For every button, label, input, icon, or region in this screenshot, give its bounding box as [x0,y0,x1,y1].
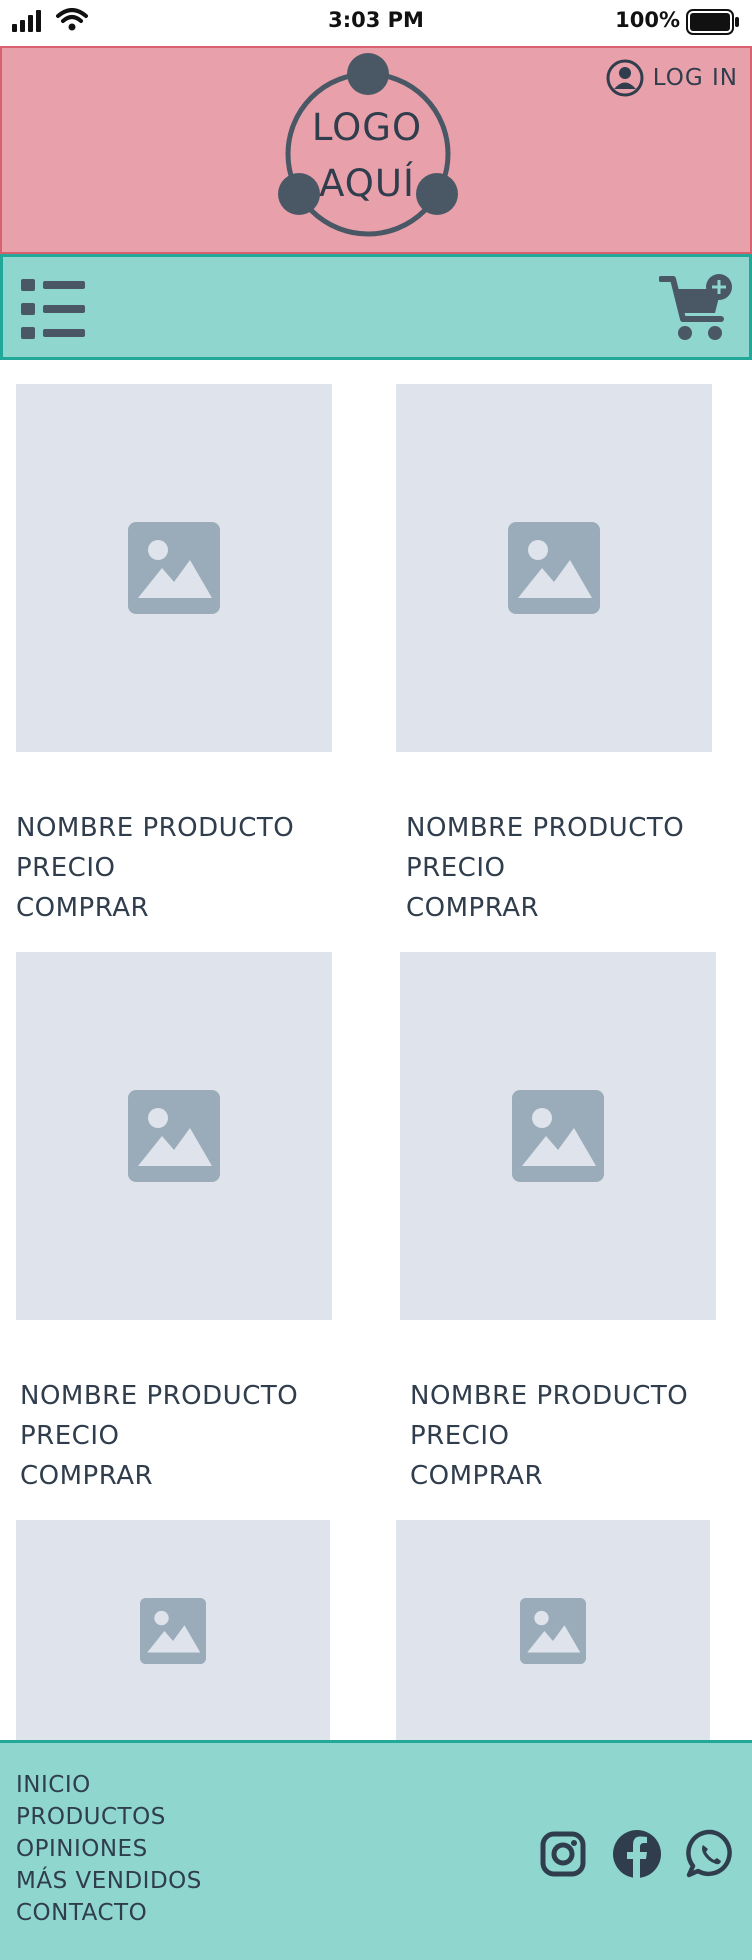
buy-button[interactable]: COMPRAR [20,1456,298,1496]
product-image-placeholder[interactable] [16,384,332,752]
product-name: NOMBRE PRODUCTO [16,813,295,843]
image-placeholder-icon [508,522,600,614]
footer-link-contacto[interactable]: CONTACTO [16,1897,202,1929]
login-button[interactable]: LOG IN [605,58,738,98]
cart-add-icon[interactable] [659,273,735,345]
footer: INICIO PRODUCTOS OPINIONES MÁS VENDIDOS … [0,1740,752,1960]
product-image-placeholder[interactable] [396,384,712,752]
footer-link-mas-vendidos[interactable]: MÁS VENDIDOS [16,1865,202,1897]
product-info: NOMBRE PRODUCTO PRECIO COMPRAR [16,808,294,928]
product-name: NOMBRE PRODUCTO [406,813,685,843]
image-placeholder-icon [128,522,220,614]
product-info: NOMBRE PRODUCTO PRECIO COMPRAR [20,1376,298,1496]
product-info: NOMBRE PRODUCTO PRECIO COMPRAR [406,808,684,928]
login-label: LOG IN [652,65,738,91]
product-price: PRECIO [406,853,506,883]
product-info: NOMBRE PRODUCTO PRECIO COMPRAR [410,1376,688,1496]
instagram-icon[interactable] [540,1831,586,1877]
facebook-icon[interactable] [612,1829,662,1879]
product-price: PRECIO [410,1421,510,1451]
image-placeholder-icon [128,1090,220,1182]
product-name: NOMBRE PRODUCTO [410,1381,689,1411]
nav-bar [0,254,752,360]
header: LOGO AQUÍ LOG IN [0,46,752,254]
user-circle-icon [606,59,644,97]
list-menu-icon[interactable] [21,279,87,341]
logo-text: LOGO AQUÍ [285,100,449,212]
product-price: PRECIO [20,1421,120,1451]
buy-button[interactable]: COMPRAR [16,888,294,928]
product-image-placeholder[interactable] [16,952,332,1320]
buy-button[interactable]: COMPRAR [410,1456,688,1496]
product-name: NOMBRE PRODUCTO [20,1381,299,1411]
footer-link-productos[interactable]: PRODUCTOS [16,1801,202,1833]
image-placeholder-icon [512,1090,604,1182]
product-image-placeholder[interactable] [400,952,716,1320]
image-placeholder-icon [520,1598,586,1664]
footer-link-opiniones[interactable]: OPINIONES [16,1833,202,1865]
logo-line1: LOGO [311,106,423,149]
whatsapp-icon[interactable] [686,1829,736,1879]
buy-button[interactable]: COMPRAR [406,888,684,928]
footer-nav: INICIO PRODUCTOS OPINIONES MÁS VENDIDOS … [16,1769,202,1929]
product-price: PRECIO [16,853,116,883]
logo-line2: AQUÍ [319,162,415,205]
battery-percent: 100% [615,8,680,32]
image-placeholder-icon [140,1598,206,1664]
footer-link-inicio[interactable]: INICIO [16,1769,202,1801]
battery-icon [686,9,739,35]
status-bar: 3:03 PM 100% [0,0,752,46]
